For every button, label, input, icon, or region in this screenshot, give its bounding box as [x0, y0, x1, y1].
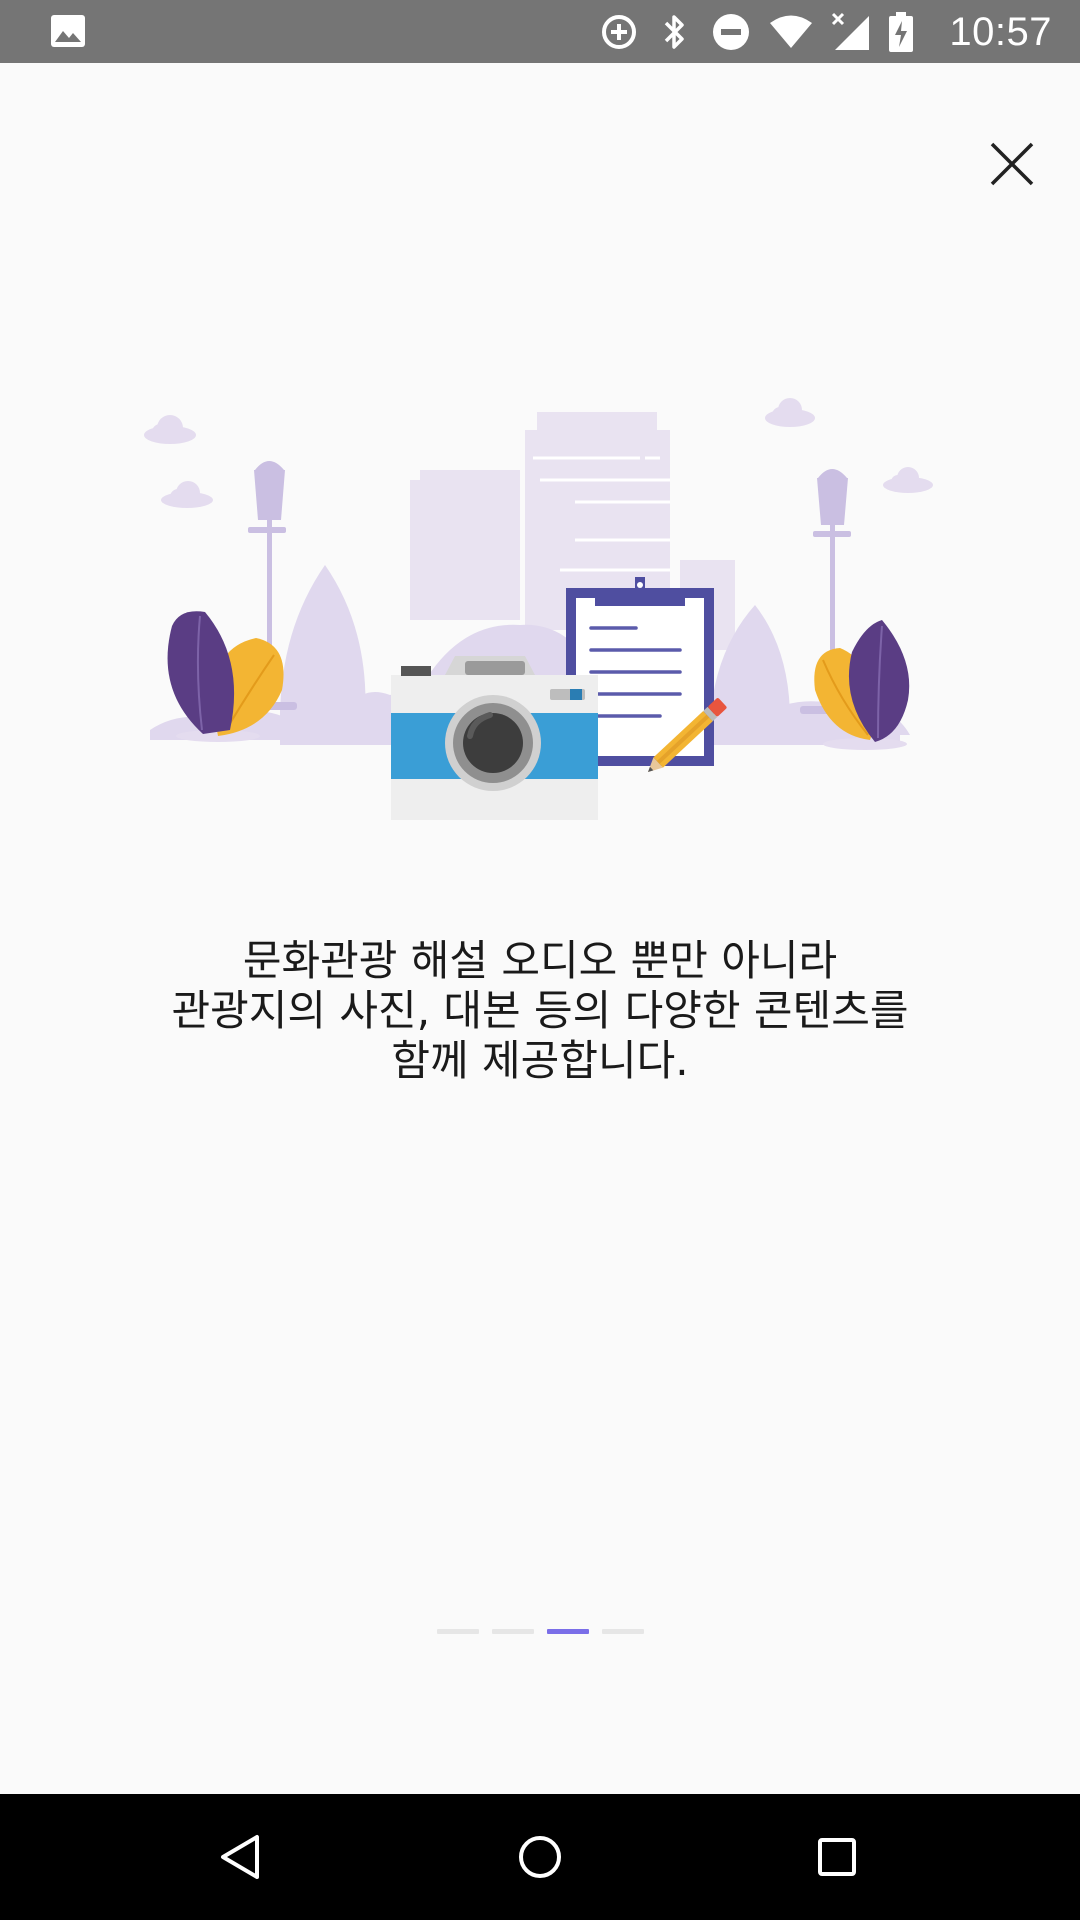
- do-not-disturb-icon: [711, 12, 751, 52]
- cloud-icon: [161, 481, 213, 508]
- page-indicator: [0, 1629, 1080, 1634]
- home-icon: [519, 1836, 561, 1878]
- battery-charging-icon: [887, 12, 915, 52]
- onboarding-screen: 10:57 문화관광 해설 오디오 뿐만 아니라 관광지의 사진, 대본 등의 …: [0, 0, 1080, 1920]
- recents-button[interactable]: [807, 1827, 867, 1887]
- cloud-icon: [765, 398, 815, 427]
- onboarding-illustration: [144, 398, 933, 820]
- recents-icon: [818, 1838, 856, 1876]
- close-icon: [990, 142, 1034, 186]
- onboarding-description: 문화관광 해설 오디오 뿐만 아니라 관광지의 사진, 대본 등의 다양한 콘텐…: [0, 936, 1080, 1086]
- home-button[interactable]: [510, 1827, 570, 1887]
- cloud-icon: [144, 415, 196, 444]
- page-indicator-dot[interactable]: [491, 1629, 534, 1634]
- cell-signal-off-icon: [831, 12, 871, 52]
- back-button[interactable]: [211, 1827, 271, 1887]
- back-icon: [221, 1835, 259, 1879]
- page-indicator-dot-active[interactable]: [546, 1629, 589, 1634]
- camera-icon: [391, 656, 598, 820]
- description-line: 함께 제공합니다.: [391, 1036, 689, 1085]
- navigation-bar: [0, 1794, 1080, 1920]
- status-bar: 10:57: [0, 0, 1080, 63]
- description-line: 문화관광 해설 오디오 뿐만 아니라: [242, 936, 838, 985]
- image-icon: [51, 15, 85, 47]
- bluetooth-icon: [655, 12, 695, 52]
- data-saver-icon: [599, 12, 639, 52]
- page-indicator-dot[interactable]: [601, 1629, 644, 1634]
- description-line: 관광지의 사진, 대본 등의 다양한 콘텐츠를: [171, 986, 909, 1035]
- cloud-icon: [883, 467, 933, 493]
- wifi-icon: [767, 12, 815, 52]
- page-indicator-dot[interactable]: [436, 1629, 479, 1634]
- status-time: 10:57: [949, 9, 1052, 54]
- close-button[interactable]: [988, 140, 1036, 188]
